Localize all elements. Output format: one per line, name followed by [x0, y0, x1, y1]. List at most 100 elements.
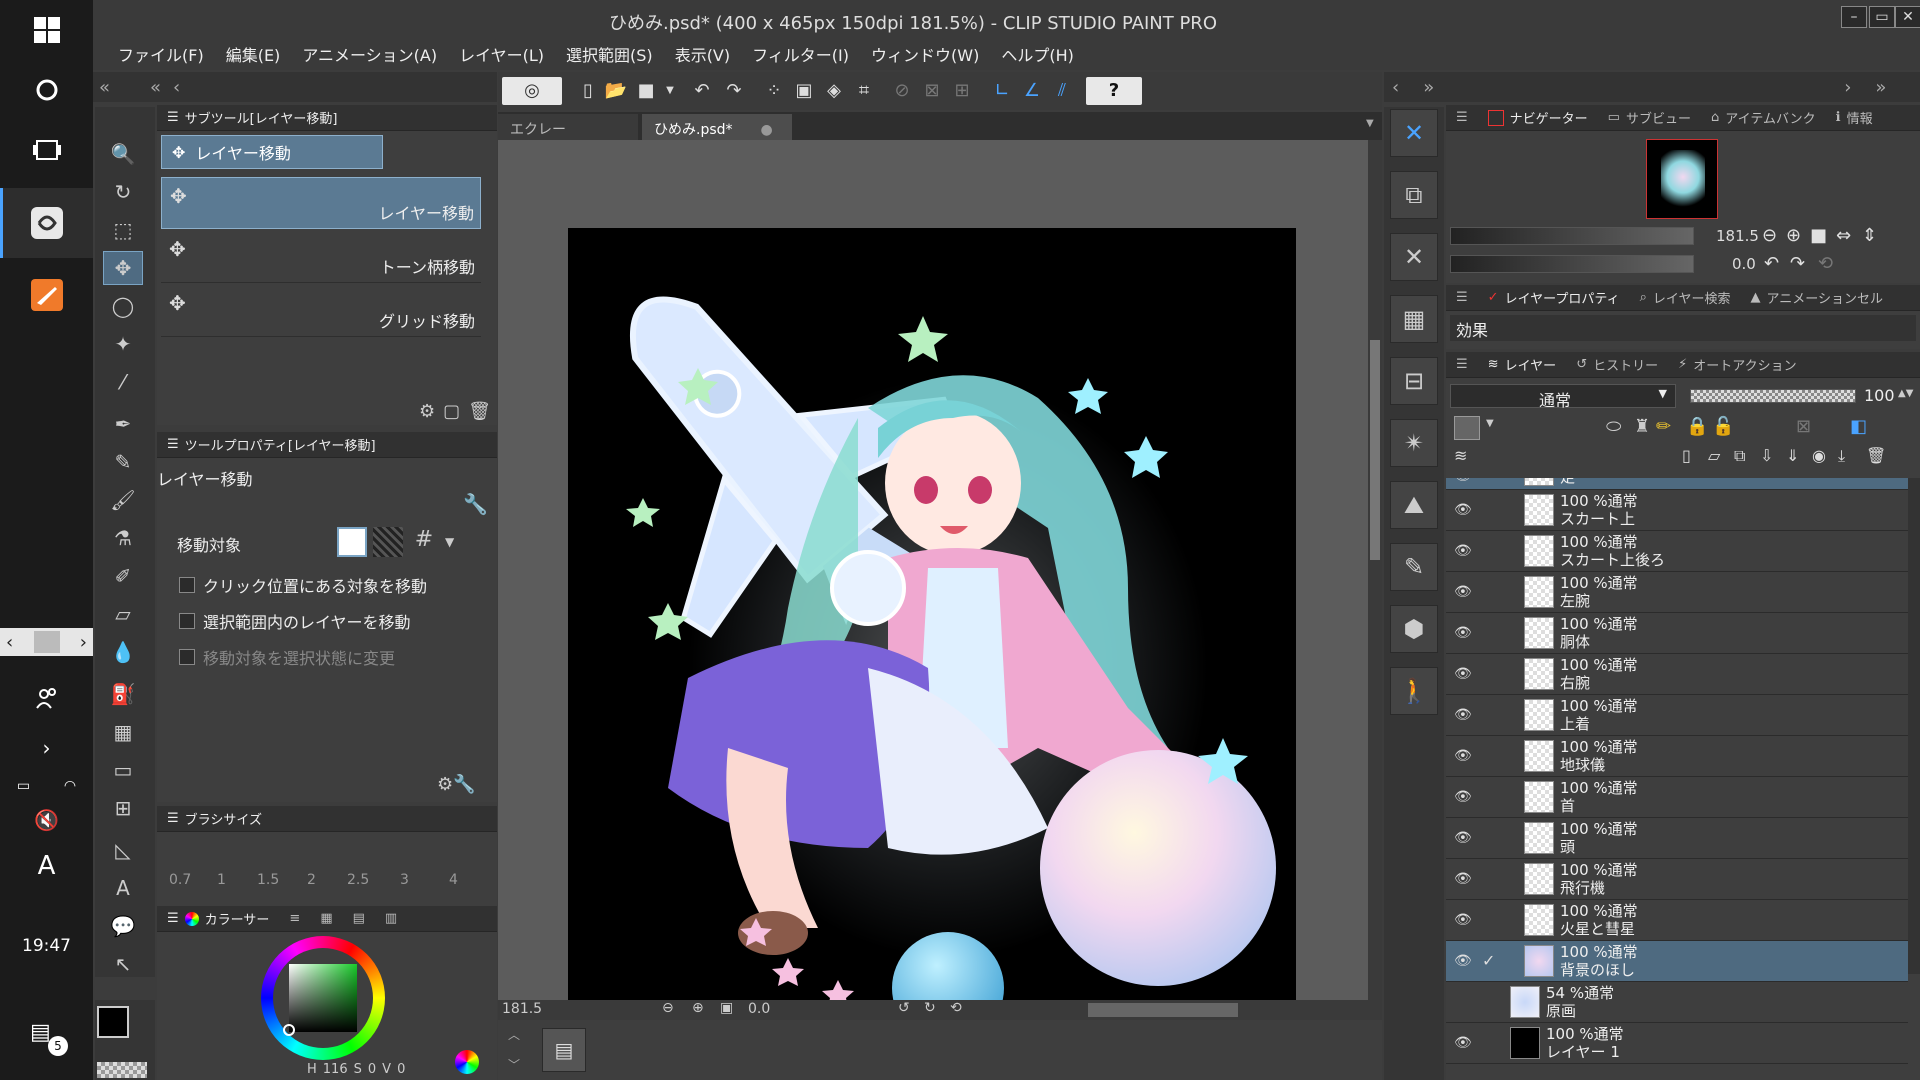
navigator-angle-value[interactable]: 0.0	[1732, 255, 1756, 273]
subtool-settings-icon[interactable]: ⚙	[419, 401, 435, 423]
figure-tool-icon[interactable]: ▭	[103, 753, 143, 787]
menu-icon[interactable]: ☰	[167, 911, 179, 926]
zoom-value[interactable]: 181.5	[502, 1001, 542, 1017]
layer-mask-icon[interactable]: ◧	[1850, 416, 1867, 437]
correction-line-3-icon[interactable]: ⫽	[1048, 77, 1076, 105]
lock-layer-icon[interactable]: 🔒	[1686, 416, 1708, 437]
menu-icon[interactable]: ☰	[167, 811, 179, 826]
wifi-icon[interactable]: ◠	[64, 778, 76, 794]
transparent-color-swatch[interactable]	[97, 1062, 147, 1078]
brush-size-preset[interactable]: 0.7	[169, 872, 191, 888]
eye-icon[interactable]: 👁	[1454, 625, 1472, 641]
layer-row[interactable]: 👁 足	[1446, 478, 1908, 490]
eraser-tool-icon[interactable]: ▱	[103, 597, 143, 631]
brush-size-preset[interactable]: 1.5	[257, 872, 279, 888]
reference-layer-icon[interactable]: ♜	[1634, 416, 1650, 437]
fit-canvas-icon[interactable]: ▣	[720, 1000, 733, 1016]
auto-select-tool-icon[interactable]: ✦	[103, 327, 143, 361]
zoom-in-icon[interactable]: ⊕	[692, 1000, 704, 1016]
rotation-slider[interactable]	[1450, 255, 1694, 273]
tab-list-dropdown-icon[interactable]: ▼	[1366, 118, 1374, 129]
transform-icon[interactable]: ⌗	[850, 77, 878, 105]
layer-row[interactable]: 👁 100 %通常 飛行機	[1446, 859, 1908, 900]
maximize-button[interactable]: ▭	[1869, 6, 1895, 28]
horizontal-scroll-thumb[interactable]	[1088, 1003, 1238, 1017]
move-layer-tool-icon[interactable]: ✥	[103, 251, 143, 285]
opacity-slider[interactable]	[1690, 389, 1856, 403]
artwork-canvas[interactable]	[568, 228, 1296, 1000]
material-manga-icon[interactable]: ✎	[1390, 543, 1438, 591]
eye-icon[interactable]: 👁	[1454, 1035, 1472, 1051]
eye-icon[interactable]: 👁	[1454, 748, 1472, 764]
close-tab-icon[interactable]: ●	[761, 122, 773, 138]
collapse-left-icon-3[interactable]: ‹	[173, 77, 180, 98]
material-pose-icon[interactable]: 🚶	[1390, 667, 1438, 715]
menu-selection[interactable]: 選択範囲(S)	[555, 42, 664, 66]
correction-line-2-icon[interactable]: ∠	[1018, 77, 1046, 105]
battery-icon[interactable]: ▭	[17, 778, 30, 794]
move-target-grid-button[interactable]: #	[409, 527, 439, 557]
merge-down-icon[interactable]: ⇓	[1786, 446, 1799, 465]
object-tool-icon[interactable]: ⬚	[103, 213, 143, 247]
approximate-color-tab[interactable]: ▥	[375, 911, 407, 926]
layer-row[interactable]: 👁 100 %通常首	[1446, 777, 1908, 818]
canvas-vertical-scrollbar[interactable]	[1368, 140, 1382, 1000]
tool-property-tab[interactable]: ☰ ツールプロパティ[レイヤー移動]	[157, 435, 386, 454]
hue-ring[interactable]	[261, 936, 385, 1060]
notification-icon[interactable]: ▤ 5	[30, 1020, 68, 1056]
scroll-right-icon[interactable]: ›	[80, 632, 87, 653]
menu-edit[interactable]: 編集(E)	[215, 42, 292, 66]
eye-icon[interactable]: 👁	[1454, 871, 1472, 887]
layer-row[interactable]: 👁 100 %通常頭	[1446, 818, 1908, 859]
menu-help[interactable]: ヘルプ(H)	[990, 42, 1085, 66]
expand-right-icon-2[interactable]: »	[1875, 77, 1886, 98]
close-button[interactable]: ✕	[1895, 6, 1920, 28]
minimize-button[interactable]: –	[1841, 6, 1867, 28]
tab-info[interactable]: ℹ 情報	[1826, 108, 1883, 127]
new-vector-layer-icon[interactable]: ▱	[1708, 446, 1720, 465]
tool-property-settings-icon[interactable]: ⚙🔧	[437, 774, 476, 795]
eye-icon[interactable]: 👁	[1454, 584, 1472, 600]
menu-animation[interactable]: アニメーション(A)	[291, 42, 448, 66]
saturation-value-square[interactable]	[289, 964, 357, 1032]
fill-icon[interactable]: ◈	[820, 77, 848, 105]
layer-list-scrollbar[interactable]	[1908, 478, 1920, 974]
main-color-swatch[interactable]	[97, 1006, 129, 1038]
ime-indicator[interactable]: A	[0, 846, 93, 886]
material-3d-icon[interactable]: ⬢	[1390, 605, 1438, 653]
clear-selection-icon[interactable]: ⁘	[760, 77, 788, 105]
material-image-icon[interactable]: ⧉	[1390, 171, 1438, 219]
create-mask-icon[interactable]: ◉	[1812, 446, 1826, 465]
text-tool-icon[interactable]: A	[103, 871, 143, 905]
layer-row[interactable]: 54 %通常 原画	[1446, 982, 1908, 1023]
rotate-left-icon[interactable]: ↺	[898, 1000, 910, 1016]
layer-row[interactable]: 👁 100 %通常 地球儀	[1446, 736, 1908, 777]
delete-subtool-icon[interactable]: 🗑	[468, 401, 491, 423]
fit-view-icon[interactable]: ■	[1810, 225, 1827, 246]
material-effect-icon[interactable]: ✴	[1390, 419, 1438, 467]
expand-tray-icon[interactable]: ›	[0, 728, 93, 768]
zoom-in-icon[interactable]: ⊕	[1786, 225, 1801, 246]
collapse-right-icon[interactable]: ‹	[1392, 77, 1399, 98]
transfer-down-icon[interactable]: ⇩	[1760, 446, 1773, 465]
checkbox[interactable]	[179, 613, 195, 629]
tab-history[interactable]: ↺ ヒストリー	[1566, 355, 1668, 374]
zoom-out-icon[interactable]: ⊖	[1762, 225, 1777, 246]
brush-size-preset[interactable]: 2.5	[347, 872, 369, 888]
layer-row[interactable]: 👁 100 %通常 レイヤー 1	[1446, 1023, 1908, 1064]
eye-icon[interactable]: 👁	[1454, 912, 1472, 928]
new-raster-layer-icon[interactable]: ▯	[1682, 446, 1691, 465]
layer-row[interactable]: 👁 100 %通常 上着	[1446, 695, 1908, 736]
tab-layer-search[interactable]: ⌕ レイヤー検索	[1630, 288, 1741, 307]
flip-vertical-icon[interactable]: ⇕	[1862, 225, 1877, 246]
mask-icon[interactable]: ⊠	[1796, 416, 1811, 437]
fill-tool-icon[interactable]: ⛽	[103, 677, 143, 711]
rotation-value[interactable]: 0.0	[748, 1001, 770, 1017]
tab-navigator[interactable]: ナビゲーター	[1478, 108, 1598, 127]
snap-ruler-icon[interactable]: ⊘	[888, 77, 916, 105]
option-selection-layer[interactable]: 選択範囲内のレイヤーを移動	[179, 609, 411, 633]
open-file-icon[interactable]: 📂	[602, 77, 630, 105]
timeline-icon[interactable]: ▤	[542, 1028, 586, 1072]
subtool-item-tone-move[interactable]: ✥ トーン柄移動	[161, 231, 481, 283]
color-mode-toggle-icon[interactable]	[455, 1050, 479, 1074]
